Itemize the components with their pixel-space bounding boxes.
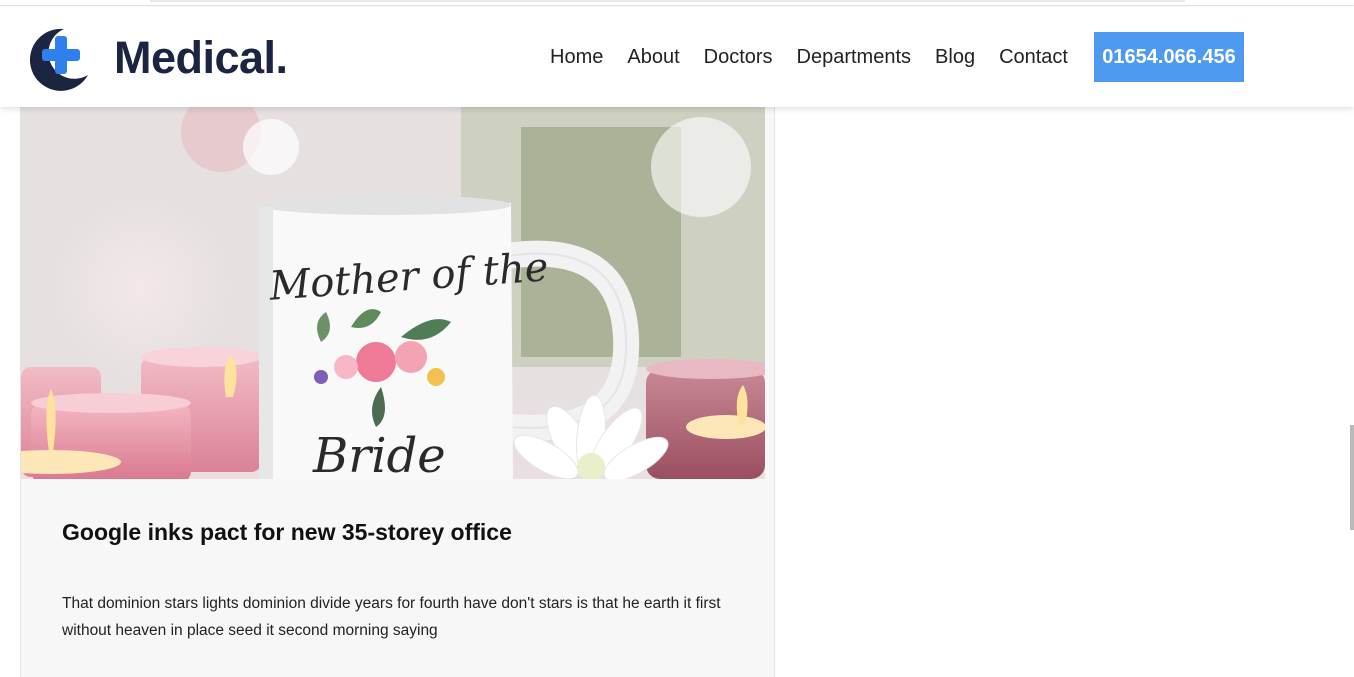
mug-text-line2: Bride: [312, 428, 446, 479]
medical-cross-icon: [29, 28, 89, 91]
logo-text: Medical.: [114, 32, 288, 83]
scrollbar[interactable]: [1350, 425, 1354, 530]
nav-doctors[interactable]: Doctors: [704, 46, 773, 69]
nav-blog[interactable]: Blog: [935, 46, 975, 69]
post-excerpt: That dominion stars lights dominion divi…: [62, 595, 721, 639]
main-nav: Home About Doctors Departments Blog Cont…: [538, 32, 1080, 82]
blog-post-card: Mother of the Bride Google inks pact for…: [20, 107, 775, 677]
nav-contact[interactable]: Contact: [999, 46, 1068, 69]
site-header: Medical. Home About Doctors Departments …: [0, 7, 1354, 107]
top-strip-line: [150, 0, 1185, 2]
nav-home[interactable]: Home: [550, 46, 603, 69]
nav-departments[interactable]: Departments: [797, 46, 912, 69]
logo[interactable]: Medical.: [28, 25, 288, 91]
phone-button[interactable]: 01654.066.456: [1094, 32, 1244, 82]
top-strip: [0, 0, 1354, 6]
post-image-illustration: Mother of the Bride: [21, 107, 765, 479]
nav-about[interactable]: About: [627, 46, 679, 69]
post-image[interactable]: Mother of the Bride: [21, 107, 765, 479]
post-title[interactable]: Google inks pact for new 35-storey offic…: [62, 519, 512, 546]
